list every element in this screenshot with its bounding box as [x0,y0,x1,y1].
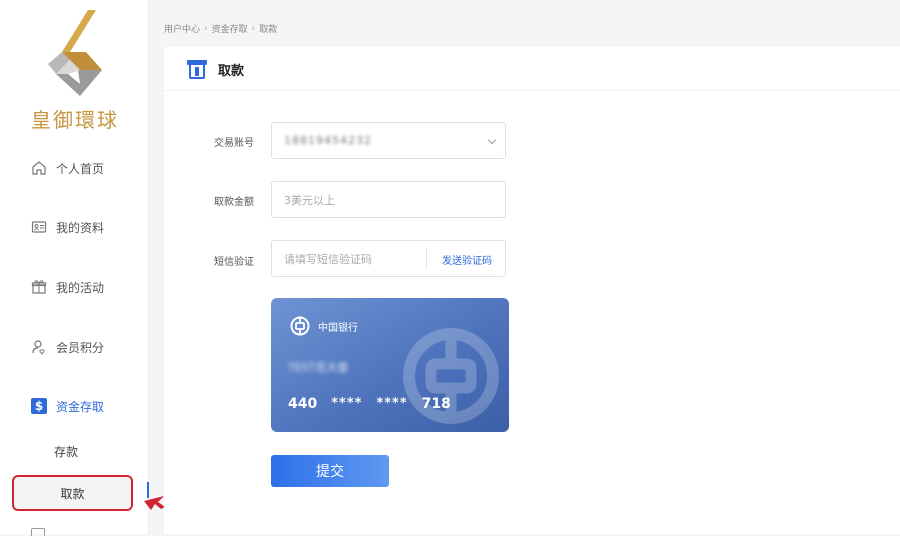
sidebar-item-label: 个人首页 [56,161,105,176]
account-select[interactable]: 18819454232 [271,122,506,159]
gift-icon [30,278,48,296]
card-number-start: 440 [288,396,318,412]
sidebar-item-activities[interactable]: 我的活动 [30,275,104,299]
amount-label: 取款金额 [214,197,254,208]
account-label: 交易账号 [214,138,254,149]
withdraw-panel: 取款 交易账号 18819454232 取款金额 3美元以上 短信验证 请填写短… [164,47,900,534]
breadcrumb: 用户中心 › 资金存取 › 取款 [164,22,278,36]
send-code-button[interactable]: 发送验证码 [442,252,492,267]
card-number-mask: **** [331,396,363,411]
bank-name: 中国银行 [318,323,358,334]
breadcrumb-item: 取款 [259,25,278,35]
sidebar-item-label: 会员积分 [56,340,105,355]
member-points-icon [30,338,48,356]
atm-icon [187,60,207,79]
sidebar-subitem-withdraw[interactable]: 取款 [12,475,133,511]
divider [426,248,427,270]
sms-code-input[interactable]: 请填写短信验证码 发送验证码 [271,240,506,277]
brand-name: 皇御環球 [31,108,119,132]
sidebar-item-profile[interactable]: 我的资料 [30,215,104,239]
amount-input[interactable]: 3美元以上 [271,181,506,218]
sidebar-item-home[interactable]: 个人首页 [30,156,104,180]
bank-of-china-logo-icon [290,316,310,336]
breadcrumb-item[interactable]: 资金存取 [212,22,248,35]
sidebar-item-label: 资金存取 [56,399,105,414]
sidebar-subitem-deposit[interactable]: 存款 [54,443,78,460]
logo-mark-icon [48,10,102,96]
brand-logo[interactable]: 皇御環球 [20,8,130,133]
home-icon [30,159,48,177]
sidebar-item-points[interactable]: 会员积分 [30,335,104,359]
sms-placeholder: 请填写短信验证码 [284,252,372,266]
bank-card[interactable]: 中国银行 TEST花大查 440 **** **** 718 [271,298,509,432]
bank-watermark-icon [403,328,499,424]
breadcrumb-item[interactable]: 用户中心 [164,22,200,35]
chevron-right-icon: › [204,23,208,34]
sidebar-item-funds[interactable]: $ 资金存取 [30,394,104,418]
page-title: 取款 [218,64,245,79]
sidebar-item-label: 我的活动 [56,280,105,295]
sidebar-subitem-label: 取款 [60,486,85,501]
sms-label: 短信验证 [214,257,254,268]
submit-button[interactable]: 提交 [271,455,389,487]
card-holder: TEST花大查 [288,361,349,374]
panel-header: 取款 [164,47,900,91]
more-icon [31,528,45,536]
sidebar-item-label: 我的资料 [56,220,105,235]
chevron-down-icon [487,135,497,145]
dollar-icon: $ [30,397,48,415]
chevron-right-icon: › [251,23,256,34]
sidebar: 皇御環球 个人首页 我的资料 我的活动 会员积分 $ 资金存取 存款 取款 [0,0,149,536]
account-value: 18819454232 [284,134,372,147]
amount-placeholder: 3美元以上 [284,193,335,207]
id-card-icon [30,218,48,236]
